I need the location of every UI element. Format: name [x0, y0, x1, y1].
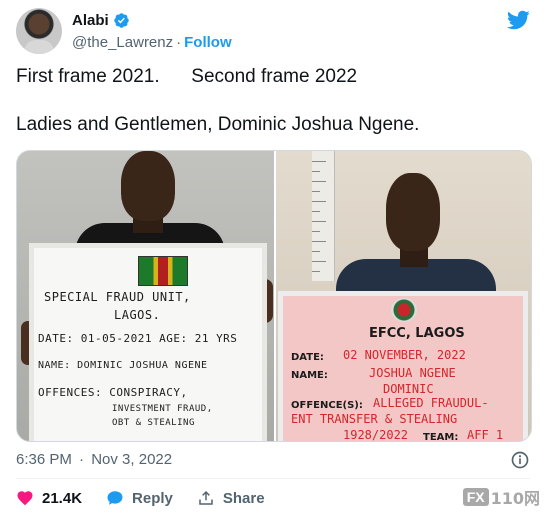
placard-line-2: LAGOS.: [114, 308, 161, 322]
divider: [16, 478, 530, 479]
placard-date: DATE: 01-05-2021 AGE: 21 YRS: [38, 332, 238, 345]
like-count: 21.4K: [42, 489, 83, 507]
placard-offences: OFFENCES: CONSPIRACY,: [38, 386, 188, 399]
placard-red: EFCC, LAGOS DATE: 02 NOVEMBER, 2022 NAME…: [278, 291, 528, 441]
share-icon: [199, 490, 213, 505]
watermark-logo: FX 110网: [462, 485, 540, 509]
efcc-date-value: 02 NOVEMBER, 2022: [343, 348, 466, 362]
verified-badge-icon: [113, 12, 130, 29]
author-name-line[interactable]: Alabi: [72, 12, 130, 29]
tweet-header: Alabi @the_Lawrenz · Follow: [16, 8, 530, 56]
photo-first-frame[interactable]: SPECIAL FRAUD UNIT, LAGOS. DATE: 01-05-2…: [17, 151, 274, 441]
avatar[interactable]: [16, 8, 62, 54]
reply-label: Reply: [132, 489, 173, 507]
heart-icon: [17, 491, 33, 506]
separator-dot: ·: [176, 34, 182, 51]
efcc-name-value-2: DOMINIC: [383, 382, 434, 396]
twitter-bird-icon[interactable]: [506, 8, 530, 32]
placard-offences-3: OBT & STEALING: [112, 418, 195, 428]
tweet-date[interactable]: Nov 3, 2022: [91, 451, 172, 468]
watermark-text: 110网: [490, 489, 540, 508]
tweet-line-2: Ladies and Gentlemen, Dominic Joshua Nge…: [16, 114, 420, 135]
info-icon[interactable]: [510, 450, 530, 470]
tweet-line-1: First frame 2021. Second frame 2022: [16, 66, 358, 87]
reply-button[interactable]: Reply: [106, 489, 173, 507]
placard-line-1: SPECIAL FRAUD UNIT,: [44, 290, 191, 304]
efcc-name-value: JOSHUA NGENE: [369, 366, 456, 380]
efcc-team-label: TEAM:: [423, 432, 459, 441]
height-ruler: [312, 151, 335, 281]
efcc-offence-value: ALLEGED FRAUDUL-: [373, 396, 489, 410]
watermark-box: FX: [462, 488, 489, 506]
share-button[interactable]: Share: [197, 489, 265, 507]
efcc-date-label: DATE:: [291, 352, 324, 363]
efcc-title: EFCC, LAGOS: [369, 326, 465, 341]
author-handle[interactable]: @the_Lawrenz: [72, 34, 173, 51]
meta-separator: ·: [79, 451, 85, 468]
tweet-time[interactable]: 6:36 PM: [16, 451, 72, 468]
tweet-text: First frame 2021. Second frame 2022 Ladi…: [16, 64, 530, 138]
author-name[interactable]: Alabi: [72, 12, 109, 29]
placard-name: NAME: DOMINIC JOSHUA NGENE: [38, 360, 208, 371]
efcc-offence-value-2: ENT TRANSFER & STEALING: [291, 412, 458, 426]
tweet-media[interactable]: SPECIAL FRAUD UNIT, LAGOS. DATE: 01-05-2…: [16, 150, 532, 442]
handle-line: @the_Lawrenz · Follow: [72, 34, 232, 51]
like-button[interactable]: 21.4K: [16, 489, 82, 507]
flag-emblem-icon: [138, 256, 188, 286]
tweet-actions: 21.4K Reply Share: [16, 489, 289, 507]
efcc-case-number: 1928/2022: [343, 428, 409, 441]
reply-bubble-icon: [107, 491, 123, 505]
share-label: Share: [222, 489, 265, 507]
photo-second-frame[interactable]: EFCC, LAGOS DATE: 02 NOVEMBER, 2022 NAME…: [276, 151, 531, 441]
efcc-crest-icon: [391, 298, 417, 322]
efcc-offence-label: OFFENCE(S):: [291, 400, 363, 411]
tweet-timestamp[interactable]: 6:36 PM · Nov 3, 2022: [16, 451, 172, 468]
efcc-name-label: NAME:: [291, 370, 328, 381]
placard-offences-2: INVESTMENT FRAUD,: [112, 404, 213, 414]
placard-white: SPECIAL FRAUD UNIT, LAGOS. DATE: 01-05-2…: [29, 243, 267, 441]
follow-button[interactable]: Follow: [184, 34, 232, 51]
efcc-team-value: AFF 1: [467, 428, 504, 441]
